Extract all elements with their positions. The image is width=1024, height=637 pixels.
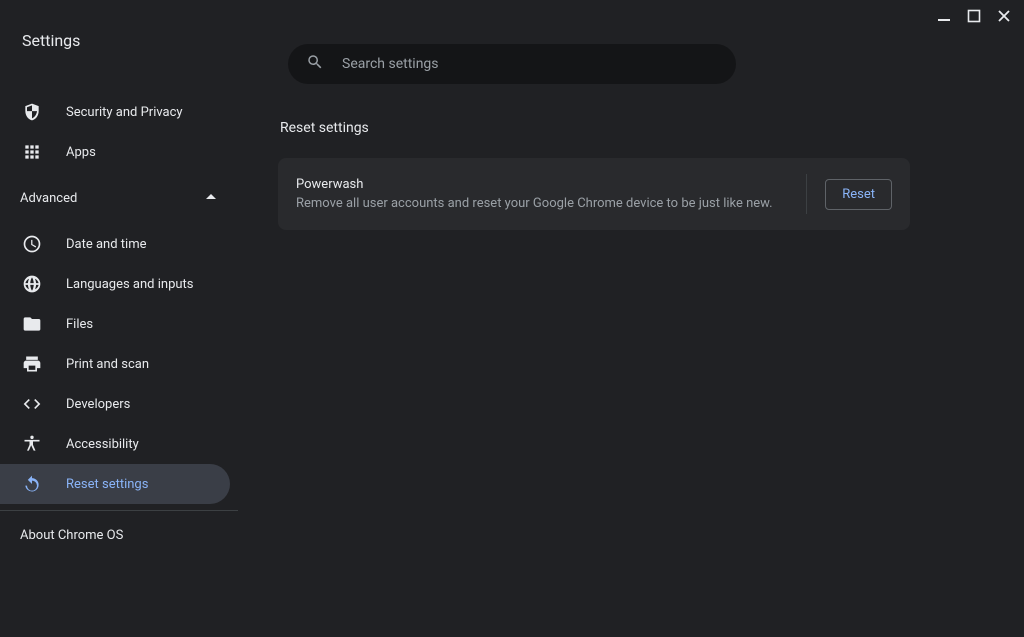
sidebar-item-apps[interactable]: Apps <box>0 132 238 172</box>
search-input[interactable] <box>342 56 718 72</box>
page-title: Settings <box>22 31 80 50</box>
sidebar-item-datetime[interactable]: Date and time <box>0 224 238 264</box>
sidebar-item-accessibility[interactable]: Accessibility <box>0 424 238 464</box>
card-subtitle: Remove all user accounts and reset your … <box>296 196 773 211</box>
sidebar-item-label: Languages and inputs <box>66 277 194 292</box>
reset-icon <box>22 474 42 494</box>
separator <box>0 510 238 511</box>
shield-icon <box>22 102 42 122</box>
sidebar-item-reset[interactable]: Reset settings <box>0 464 230 504</box>
advanced-label: Advanced <box>20 191 77 206</box>
search-bar[interactable] <box>288 44 736 84</box>
globe-icon <box>22 274 42 294</box>
close-button[interactable] <box>996 8 1012 24</box>
sidebar-item-label: Security and Privacy <box>66 105 183 120</box>
apps-icon <box>22 142 42 162</box>
clock-icon <box>22 234 42 254</box>
sidebar-item-security[interactable]: Security and Privacy <box>0 92 238 132</box>
printer-icon <box>22 354 42 374</box>
sidebar-item-label: About Chrome OS <box>20 528 123 543</box>
sidebar-item-label: Date and time <box>66 237 147 252</box>
minimize-button[interactable] <box>936 8 952 24</box>
sidebar-item-label: Apps <box>66 145 96 160</box>
sidebar-item-print[interactable]: Print and scan <box>0 344 238 384</box>
sidebar-item-files[interactable]: Files <box>0 304 238 344</box>
accessibility-icon <box>22 434 42 454</box>
sidebar-item-label: Print and scan <box>66 357 149 372</box>
window-controls <box>936 8 1012 24</box>
search-icon <box>306 53 324 75</box>
sidebar-item-label: Reset settings <box>66 477 148 492</box>
reset-button[interactable]: Reset <box>825 179 892 210</box>
maximize-button[interactable] <box>966 8 982 24</box>
chevron-up-icon <box>206 191 216 206</box>
folder-icon <box>22 314 42 334</box>
powerwash-card: Powerwash Remove all user accounts and r… <box>278 158 910 230</box>
sidebar-advanced-toggle[interactable]: Advanced <box>0 178 238 218</box>
sidebar-item-label: Accessibility <box>66 437 139 452</box>
sidebar-item-about[interactable]: About Chrome OS <box>0 515 238 555</box>
sidebar-item-label: Developers <box>66 397 130 412</box>
code-icon <box>22 394 42 414</box>
section-title: Reset settings <box>278 120 968 136</box>
sidebar-item-developers[interactable]: Developers <box>0 384 238 424</box>
sidebar-item-languages[interactable]: Languages and inputs <box>0 264 238 304</box>
sidebar: Security and Privacy Apps Advanced Date … <box>0 86 238 633</box>
content-area: Reset settings Powerwash Remove all user… <box>238 86 1024 633</box>
sidebar-item-label: Files <box>66 317 93 332</box>
card-title: Powerwash <box>296 177 773 192</box>
